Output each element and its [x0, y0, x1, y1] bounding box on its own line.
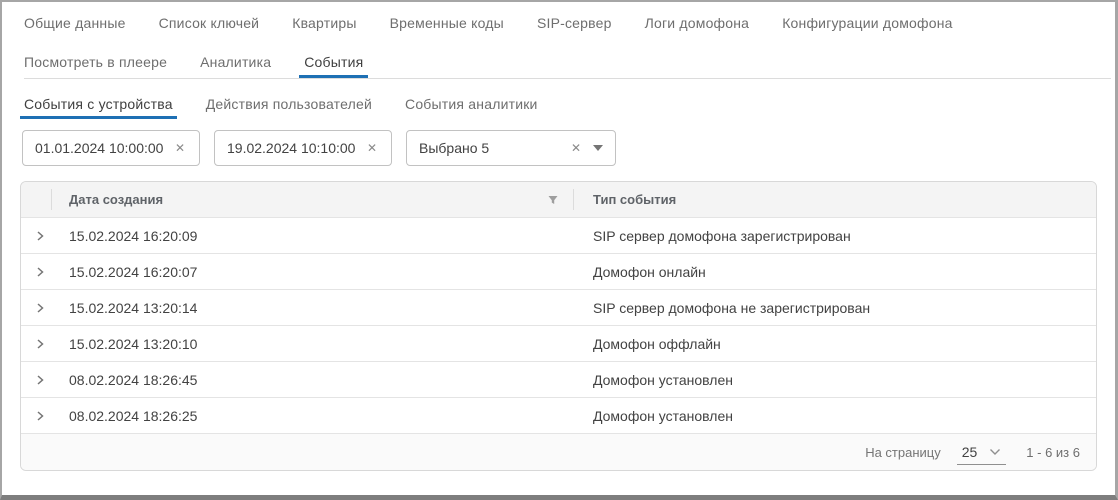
table-row: 15.02.2024 16:20:07 Домофон онлайн [21, 253, 1096, 289]
subtab-device-events[interactable]: События с устройства [24, 96, 173, 112]
primary-tab-bar: Общие данные Список ключей Квартиры Врем… [24, 15, 1097, 31]
tab-view-in-player[interactable]: Посмотреть в плеере [24, 54, 167, 70]
page-size-value: 25 [962, 444, 978, 460]
row-event-type: Домофон онлайн [573, 264, 1096, 280]
page-size-select[interactable]: 25 [957, 444, 1007, 465]
table-row: 15.02.2024 13:20:10 Домофон оффлайн [21, 325, 1096, 361]
table-row: 08.02.2024 18:26:25 Домофон установлен [21, 397, 1096, 433]
clear-icon[interactable]: ✕ [173, 140, 187, 156]
chevron-down-icon [989, 448, 1001, 456]
table-header: Дата создания Тип события [21, 182, 1096, 217]
tab-sip-server[interactable]: SIP-сервер [537, 15, 612, 31]
tab-intercom-logs[interactable]: Логи домофона [645, 15, 750, 31]
table-row: 15.02.2024 16:20:09 SIP сервер домофона … [21, 217, 1096, 253]
row-event-type: Домофон установлен [573, 372, 1096, 388]
clear-icon[interactable]: ✕ [569, 140, 583, 156]
row-event-type: Домофон установлен [573, 408, 1096, 424]
date-column-label: Дата создания [69, 192, 547, 207]
chevron-right-icon[interactable] [34, 338, 46, 350]
per-page-label: На страницу [865, 445, 941, 460]
table-row: 15.02.2024 13:20:14 SIP сервер домофона … [21, 289, 1096, 325]
secondary-tab-bar: Посмотреть в плеере Аналитика События [24, 54, 1111, 79]
chevron-right-icon[interactable] [34, 302, 46, 314]
chevron-right-icon[interactable] [34, 230, 46, 242]
chevron-right-icon[interactable] [34, 266, 46, 278]
date-to-value: 19.02.2024 10:10:00 [227, 140, 365, 156]
tab-key-list[interactable]: Список ключей [159, 15, 260, 31]
tab-analytics[interactable]: Аналитика [200, 54, 271, 70]
row-date: 15.02.2024 13:20:10 [51, 336, 573, 352]
expander-column-header [21, 182, 51, 217]
event-type-select[interactable]: Выбрано 5 ✕ [406, 130, 616, 166]
tab-apartments[interactable]: Квартиры [292, 15, 356, 31]
subtab-user-actions[interactable]: Действия пользователей [206, 96, 372, 112]
chevron-right-icon[interactable] [34, 374, 46, 386]
date-from-value: 01.01.2024 10:00:00 [35, 140, 173, 156]
row-event-type: Домофон оффлайн [573, 336, 1096, 352]
tab-temporary-codes[interactable]: Временные коды [390, 15, 504, 31]
events-subtab-bar: События с устройства Действия пользовате… [24, 96, 1097, 112]
filter-funnel-icon[interactable] [547, 194, 559, 206]
caret-down-icon[interactable] [593, 145, 603, 151]
events-table: Дата создания Тип события 15.02.2024 16:… [20, 181, 1097, 471]
filters-bar: 01.01.2024 10:00:00 ✕ 19.02.2024 10:10:0… [22, 130, 1097, 166]
row-date: 08.02.2024 18:26:25 [51, 408, 573, 424]
date-to-input[interactable]: 19.02.2024 10:10:00 ✕ [214, 130, 392, 166]
tab-events[interactable]: События [304, 54, 363, 70]
table-footer: На страницу 25 1 - 6 из 6 [21, 433, 1096, 470]
row-event-type: SIP сервер домофона зарегистрирован [573, 228, 1096, 244]
row-date: 15.02.2024 16:20:09 [51, 228, 573, 244]
row-event-type: SIP сервер домофона не зарегистрирован [573, 300, 1096, 316]
row-date: 15.02.2024 13:20:14 [51, 300, 573, 316]
date-from-input[interactable]: 01.01.2024 10:00:00 ✕ [22, 130, 200, 166]
row-date: 08.02.2024 18:26:45 [51, 372, 573, 388]
event-type-select-value: Выбрано 5 [419, 140, 569, 156]
page: Общие данные Список ключей Квартиры Врем… [0, 0, 1118, 500]
pagination-range: 1 - 6 из 6 [1026, 445, 1080, 460]
tab-intercom-configs[interactable]: Конфигурации домофона [782, 15, 952, 31]
chevron-right-icon[interactable] [34, 410, 46, 422]
table-row: 08.02.2024 18:26:45 Домофон установлен [21, 361, 1096, 397]
date-column-header: Дата создания [51, 182, 573, 217]
subtab-analytics-events[interactable]: События аналитики [405, 96, 538, 112]
tab-general-data[interactable]: Общие данные [24, 15, 126, 31]
clear-icon[interactable]: ✕ [365, 140, 379, 156]
type-column-label: Тип события [593, 192, 676, 207]
row-date: 15.02.2024 16:20:07 [51, 264, 573, 280]
type-column-header: Тип события [573, 182, 1096, 217]
